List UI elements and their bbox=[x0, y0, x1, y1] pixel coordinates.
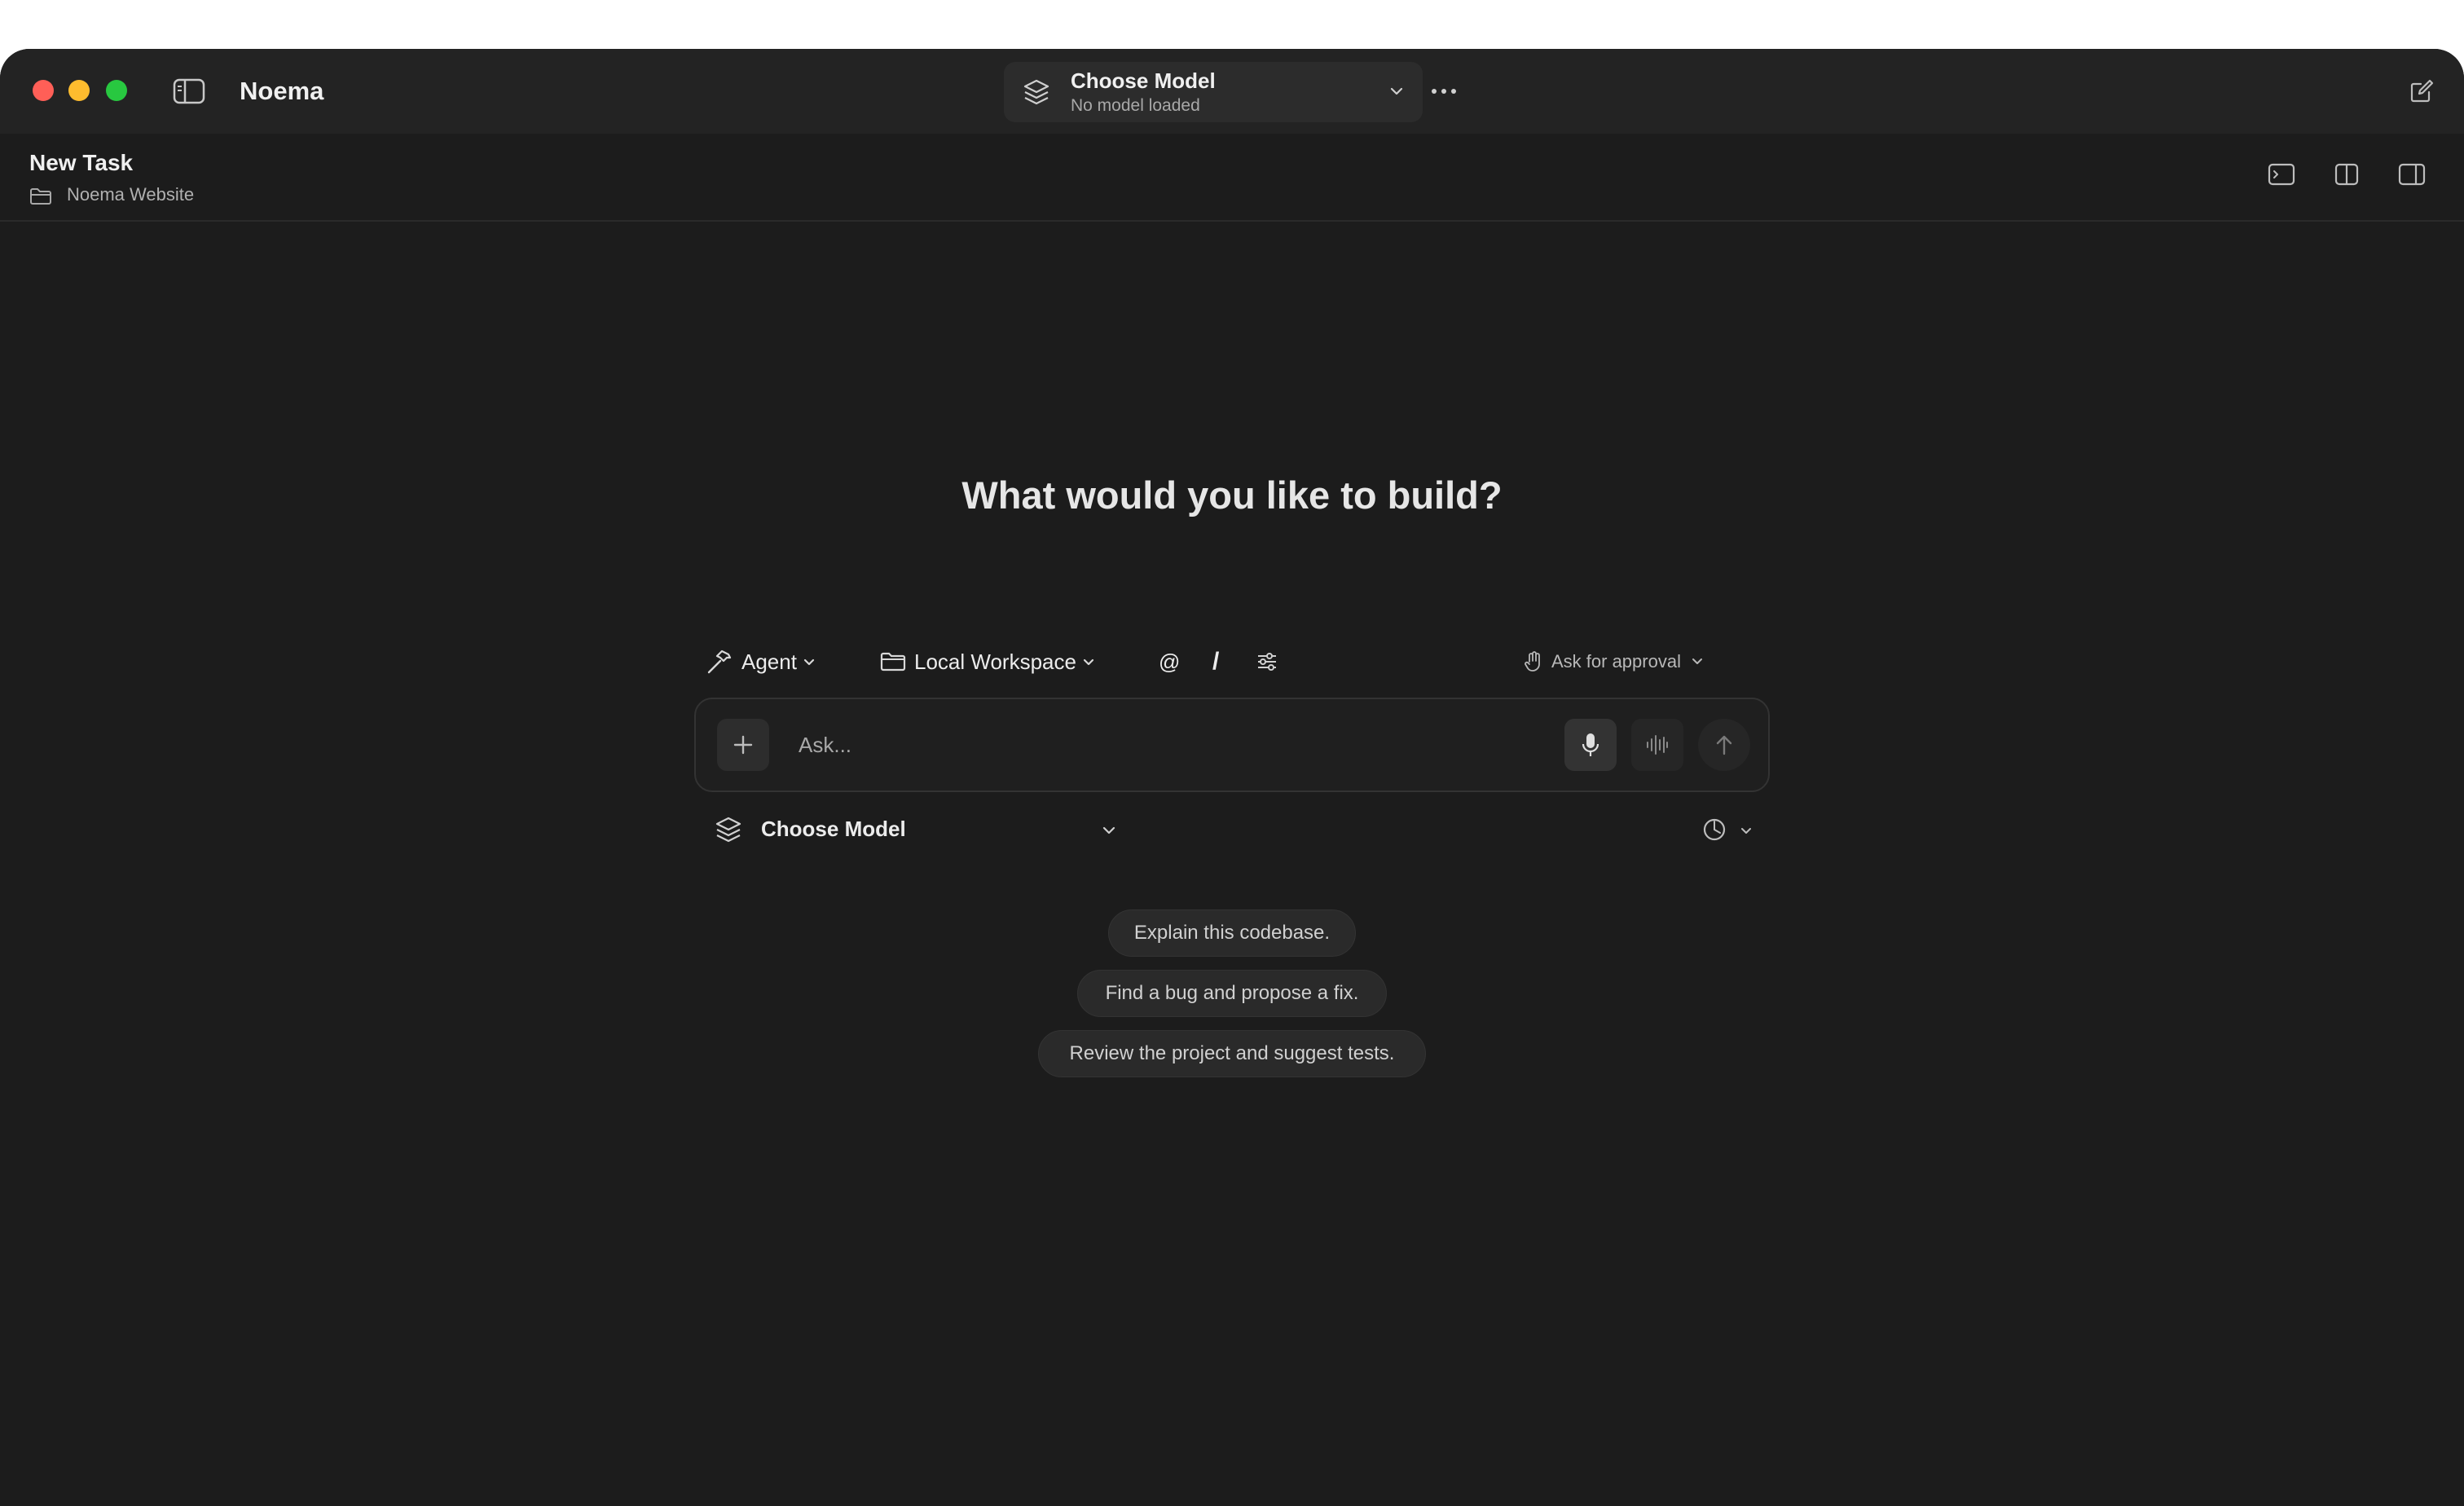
waveform-icon bbox=[1647, 735, 1668, 755]
model-picker-button[interactable]: Choose Model No model loaded bbox=[1004, 62, 1423, 122]
chevron-down-icon[interactable] bbox=[1100, 821, 1118, 843]
new-task-button[interactable] bbox=[2409, 78, 2435, 104]
model-picker-title: Choose Model bbox=[1071, 68, 1216, 93]
right-panel-icon bbox=[2398, 163, 2426, 186]
close-window-button[interactable] bbox=[33, 80, 54, 101]
split-view-icon bbox=[2334, 163, 2359, 186]
chevron-down-icon bbox=[1691, 651, 1704, 672]
chevron-down-icon bbox=[1387, 81, 1406, 105]
model-picker-status: No model loaded bbox=[1071, 96, 1200, 115]
split-view-button[interactable] bbox=[2330, 158, 2363, 191]
suggestion-chip[interactable]: Find a bug and propose a fix. bbox=[1077, 970, 1387, 1017]
more-options-button[interactable] bbox=[1429, 77, 1459, 106]
prompt-input[interactable] bbox=[799, 722, 1467, 768]
attach-button[interactable] bbox=[717, 719, 769, 771]
layers-icon bbox=[1022, 77, 1051, 111]
title-bar: Noema Choose Model No model loaded bbox=[0, 49, 2464, 134]
approval-mode-label: Ask for approval bbox=[1551, 651, 1681, 672]
minimize-window-button[interactable] bbox=[68, 80, 90, 101]
suggestion-chip[interactable]: Explain this codebase. bbox=[1108, 909, 1356, 957]
workspace-label: Local Workspace bbox=[914, 649, 1076, 674]
hand-icon bbox=[1525, 651, 1540, 672]
ellipsis-icon bbox=[1432, 89, 1456, 94]
dictation-button[interactable] bbox=[1564, 719, 1617, 771]
suggestion-chip[interactable]: Review the project and suggest tests. bbox=[1038, 1030, 1426, 1077]
task-project-name[interactable]: Noema Website bbox=[67, 184, 194, 205]
command-button[interactable]: / bbox=[1212, 644, 1219, 680]
agent-mode-label: Agent bbox=[741, 649, 797, 674]
right-panel-button[interactable] bbox=[2396, 158, 2428, 191]
gauge-icon[interactable] bbox=[1701, 817, 1727, 847]
compose-icon bbox=[2410, 79, 2434, 103]
folder-icon bbox=[29, 187, 52, 209]
plus-icon bbox=[733, 735, 753, 755]
zoom-window-button[interactable] bbox=[106, 80, 127, 101]
send-button[interactable] bbox=[1698, 719, 1750, 771]
arrow-up-icon bbox=[1716, 735, 1732, 755]
prompt-composer bbox=[694, 698, 1770, 792]
sidebar-icon bbox=[173, 78, 205, 104]
terminal-button[interactable] bbox=[2265, 158, 2298, 191]
app-title: Noema bbox=[240, 77, 324, 105]
folder-icon bbox=[880, 652, 906, 672]
mention-button[interactable]: @ bbox=[1159, 644, 1180, 680]
model-selector-row: Choose Model bbox=[706, 810, 1765, 851]
chevron-down-icon[interactable] bbox=[1739, 823, 1753, 842]
app-window: Noema Choose Model No model loaded New T… bbox=[0, 49, 2464, 1506]
approval-mode-dropdown[interactable]: Ask for approval bbox=[1524, 644, 1704, 680]
agent-mode-dropdown[interactable]: Agent bbox=[706, 644, 816, 680]
chevron-down-icon bbox=[1081, 650, 1096, 675]
layers-icon bbox=[714, 815, 743, 848]
sliders-icon bbox=[1258, 653, 1276, 671]
sidebar-toggle-button[interactable] bbox=[171, 77, 207, 106]
microphone-icon bbox=[1582, 733, 1599, 756]
page-headline: What would you like to build? bbox=[961, 473, 1503, 517]
voice-mode-button[interactable] bbox=[1631, 719, 1683, 771]
chevron-down-icon bbox=[802, 650, 816, 675]
composer-toolbar: Agent Local Workspace @ / Ask for approv… bbox=[706, 644, 1765, 680]
model-selector-label[interactable]: Choose Model bbox=[761, 817, 906, 842]
workspace-dropdown[interactable]: Local Workspace bbox=[880, 644, 1096, 680]
terminal-icon bbox=[2268, 163, 2295, 186]
hammer-icon bbox=[707, 650, 732, 674]
task-title: New Task bbox=[29, 150, 134, 175]
task-header: New Task Noema Website bbox=[0, 134, 2464, 222]
settings-button[interactable] bbox=[1256, 644, 1278, 680]
